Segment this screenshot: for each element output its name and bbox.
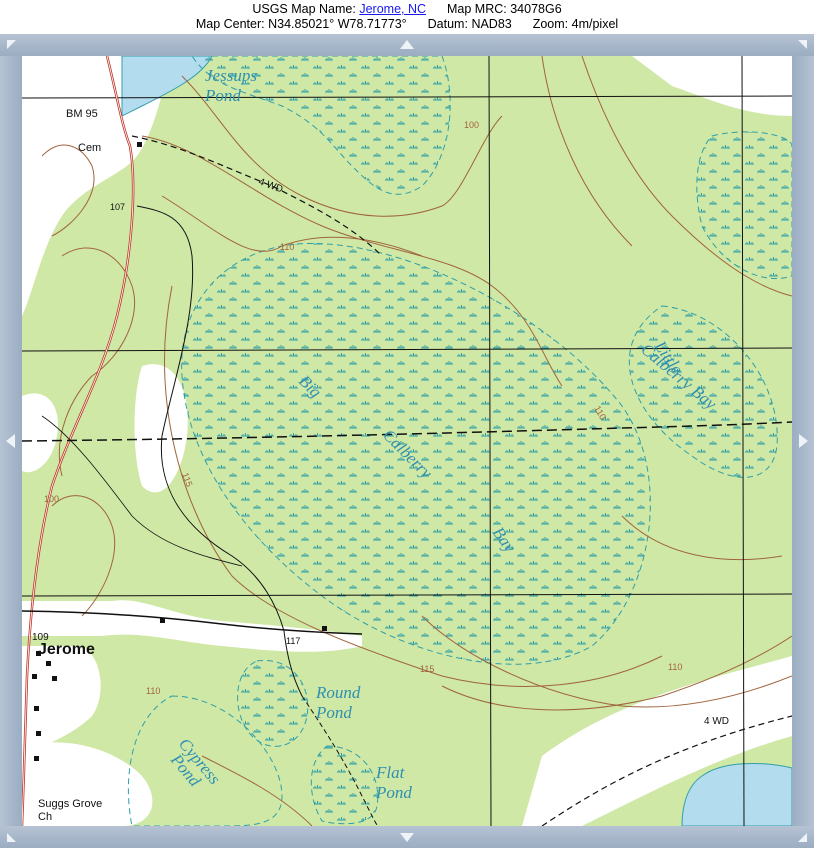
round-pond-label-1: Round — [315, 683, 361, 702]
pan-west-arrow-icon[interactable] — [6, 434, 15, 448]
pan-north-bar[interactable] — [0, 34, 814, 56]
round-pond-label-2: Pond — [315, 703, 352, 722]
map-name-label: USGS Map Name: — [252, 2, 356, 16]
map-name-link[interactable]: Jerome, NC — [359, 2, 426, 16]
topo-map-viewport[interactable]: Jessups Pond BM 95 Cem 107 4 WD 100 110 … — [22, 56, 792, 826]
suggs-grove-label-1: Suggs Grove — [38, 798, 102, 810]
pan-south-bar[interactable] — [0, 826, 814, 848]
flat-pond-label-2: Pond — [375, 783, 412, 802]
contour-100-label-west: 100 — [44, 494, 59, 504]
map-info-header: USGS Map Name: Jerome, NC Map MRC: 34078… — [0, 0, 814, 34]
contour-100-label-north: 100 — [464, 120, 479, 130]
road-117-label: 117 — [286, 636, 300, 646]
pan-northwest-arrow-icon[interactable] — [7, 40, 16, 49]
pan-southeast-arrow-icon[interactable] — [798, 833, 807, 842]
contour-115-label-south: 115 — [420, 664, 434, 674]
cemetery-label: Cem — [78, 142, 101, 154]
datum-value: NAD83 — [471, 17, 512, 31]
pan-northeast-arrow-icon[interactable] — [798, 40, 807, 49]
road-107-label: 107 — [110, 202, 125, 212]
pan-west-bar[interactable] — [0, 56, 22, 826]
suggs-grove-label-2: Ch — [38, 811, 52, 823]
center-label: Map Center: — [195, 17, 265, 31]
datum-label: Datum: — [427, 17, 468, 31]
jessups-pond-label-1: Jessups — [205, 66, 257, 85]
jerome-town-label: Jerome — [38, 641, 95, 658]
center-lat: N34.85021° — [268, 17, 335, 31]
pan-east-arrow-icon[interactable] — [799, 434, 808, 448]
benchmark-label: BM 95 — [66, 108, 98, 120]
pan-east-bar[interactable] — [792, 56, 814, 826]
contour-110-label-southwest: 110 — [146, 686, 160, 696]
map-info-row-1: USGS Map Name: Jerome, NC Map MRC: 34078… — [0, 0, 814, 17]
topo-map-canvas[interactable]: Jessups Pond BM 95 Cem 107 4 WD 100 110 … — [22, 56, 792, 826]
pan-north-arrow-icon[interactable] — [400, 40, 414, 49]
center-lon: W78.71773° — [337, 17, 407, 31]
pan-southwest-arrow-icon[interactable] — [7, 833, 16, 842]
flat-pond-label-1: Flat — [375, 763, 406, 782]
mrc-value: 34078G6 — [510, 2, 562, 16]
4wd-label-south: 4 WD — [704, 716, 729, 727]
contour-110-label-north: 110 — [280, 242, 294, 252]
contour-110-label-southeast: 110 — [668, 662, 682, 672]
zoom-value: 4m/pixel — [571, 17, 619, 31]
zoom-label: Zoom: — [532, 17, 569, 31]
jessups-pond-label-2: Pond — [204, 86, 241, 105]
map-info-row-2: Map Center: N34.85021° W78.71773° Datum:… — [0, 17, 814, 32]
pan-south-arrow-icon[interactable] — [400, 833, 414, 842]
mrc-label: Map MRC: — [447, 2, 507, 16]
